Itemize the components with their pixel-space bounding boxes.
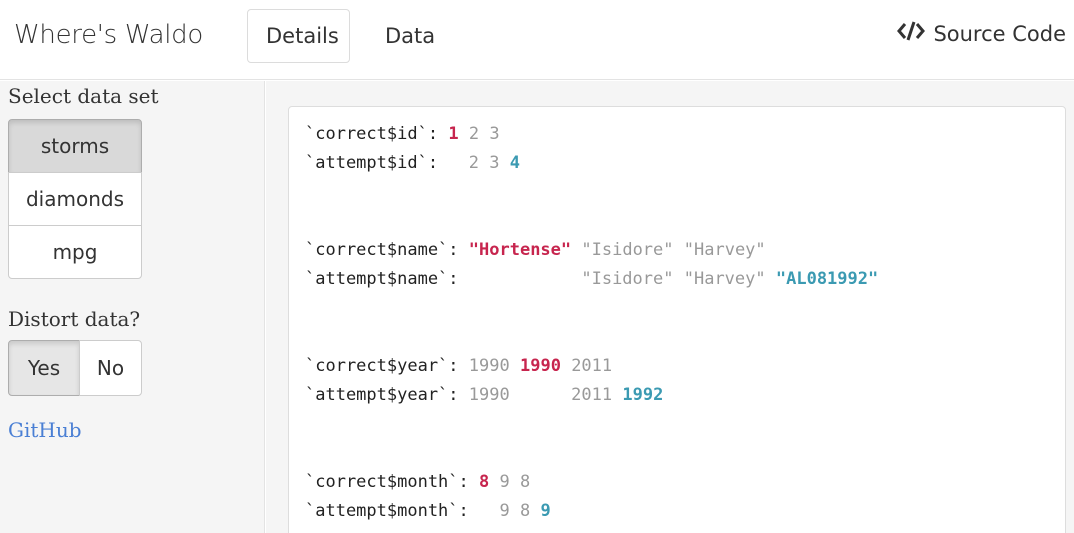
diff-label: `correct$id` [305, 124, 428, 144]
app-brand[interactable]: Where's Waldo [14, 20, 203, 50]
unchanged-value: 2011 [571, 356, 613, 376]
distort-label: Distort data? [8, 307, 141, 331]
sidebar: Select data set storms diamonds mpg Dist… [0, 81, 265, 533]
removed-value: 8 [479, 472, 490, 492]
main-panel: `correct$id`: 1 2 3 `attempt$id`: 2 3 4 … [266, 81, 1074, 533]
added-value: 1992 [622, 385, 664, 405]
diff-label: `correct$year` [305, 356, 449, 376]
diff-line-correct-month: `correct$month`: 8 9 8 [305, 472, 531, 492]
unchanged-value: 3 [489, 124, 500, 144]
diff-label: `attempt$year` [305, 385, 449, 405]
unchanged-value: 2 [468, 124, 480, 144]
dataset-button-group: storms diamonds mpg [8, 119, 142, 279]
unchanged-value: 1990 [468, 356, 510, 376]
diff-line-attempt-name: `attempt$name`: "Isidore" "Harvey" "AL08… [305, 269, 879, 289]
dataset-mpg-button[interactable]: mpg [8, 225, 142, 279]
diff-label: `attempt$id` [305, 153, 428, 173]
distort-yes-button[interactable]: Yes [8, 340, 80, 396]
distort-no-button[interactable]: No [79, 340, 142, 396]
unchanged-value: "Harvey" [683, 269, 766, 289]
source-code-label: Source Code [933, 21, 1066, 46]
diff-label: `correct$name` [305, 240, 449, 260]
code-icon [897, 20, 926, 47]
unchanged-value: 8 [519, 501, 531, 521]
unchanged-value: 9 [499, 501, 510, 521]
diff-output: `correct$id`: 1 2 3 `attempt$id`: 2 3 4 … [288, 106, 1066, 533]
diff-line-attempt-month: `attempt$month`: 9 8 9 [305, 501, 551, 521]
dataset-label: Select data set [8, 84, 159, 108]
added-value: "AL081992" [775, 269, 879, 289]
diff-label: `correct$month` [305, 472, 459, 492]
removed-value: "Hortense" [468, 240, 572, 260]
github-link[interactable]: GitHub [8, 418, 82, 442]
source-code-link[interactable]: Source Code [897, 20, 1066, 47]
added-value: 4 [509, 153, 521, 173]
dataset-storms-button[interactable]: storms [8, 119, 142, 173]
unchanged-value: 8 [520, 472, 531, 492]
navbar: Where's Waldo Details Data Source Code [0, 0, 1074, 80]
diff-line-attempt-id: `attempt$id`: 2 3 4 [305, 153, 521, 173]
unchanged-value: 9 [499, 472, 510, 492]
unchanged-value: "Isidore" [581, 269, 674, 289]
unchanged-value: 3 [489, 153, 500, 173]
diff-label: `attempt$month` [305, 501, 459, 521]
unchanged-value: 2011 [571, 385, 613, 405]
distort-button-group: Yes No [8, 340, 142, 396]
diff-line-correct-year: `correct$year`: 1990 1990 2011 [305, 356, 613, 376]
removed-value: 1 [448, 124, 459, 144]
unchanged-value: "Isidore" [581, 240, 674, 260]
tab-details[interactable]: Details [247, 9, 350, 63]
diff-label: `attempt$name` [305, 269, 449, 289]
tab-data[interactable]: Data [366, 9, 454, 63]
dataset-diamonds-button[interactable]: diamonds [8, 172, 142, 226]
diff-line-attempt-year: `attempt$year`: 1990 2011 1992 [305, 385, 664, 405]
unchanged-value: 2 [468, 153, 480, 173]
added-value: 9 [540, 501, 551, 521]
unchanged-value: "Harvey" [683, 240, 766, 260]
removed-value: 1990 [519, 356, 561, 376]
diff-line-correct-id: `correct$id`: 1 2 3 [305, 124, 500, 144]
diff-line-correct-name: `correct$name`: "Hortense" "Isidore" "Ha… [305, 240, 766, 260]
unchanged-value: 1990 [468, 385, 510, 405]
